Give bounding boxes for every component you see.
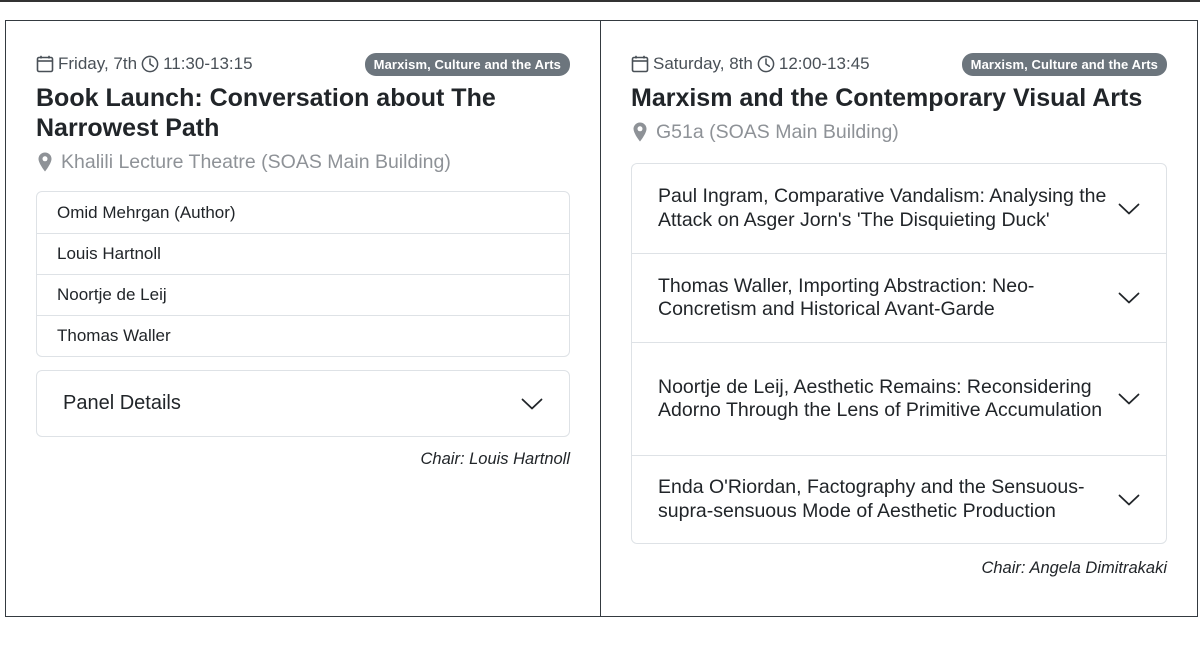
event-title: Marxism and the Contemporary Visual Arts [631, 84, 1143, 112]
stream-badge: Marxism, Culture and the Arts [364, 52, 570, 76]
chevron-down-icon [521, 398, 543, 409]
list-item: Omid Mehrgan (Author) [57, 202, 236, 222]
paper-accordion: Paul Ingram, Comparative Vandalism: Anal… [631, 163, 1167, 544]
paper-title: Noortje de Leij, Aesthetic Remains: Reco… [658, 375, 1103, 422]
event-time: 12:00-13:45 [778, 54, 870, 73]
paper-title: Thomas Waller, Importing Abstraction: Ne… [658, 274, 1035, 321]
accordion-label: Panel Details [63, 392, 181, 414]
speaker-list: Omid Mehrgan (Author) Louis Hartnoll Noo… [36, 191, 570, 357]
chair-label: Chair: Angela Dimitrakaki [981, 559, 1167, 577]
top-border [0, 0, 1200, 2]
chair-label: Chair: Louis Hartnoll [420, 450, 570, 468]
list-item: Louis Hartnoll [37, 233, 569, 274]
paper-title: Enda O'Riordan, Factography and the Sens… [658, 476, 1085, 522]
event-time: 11:30-13:15 [163, 54, 253, 73]
stream-badge: Marxism, Culture and the Arts [961, 52, 1167, 76]
chevron-down-icon [1118, 292, 1140, 304]
list-item: Thomas Waller [37, 315, 569, 356]
map-pin-icon [38, 152, 52, 172]
location-text: Khalili Lecture Theatre (SOAS Main Build… [61, 150, 451, 173]
event-meta: Saturday, 8th 12:00-13:45 Marxism, Cultu… [631, 51, 1167, 77]
clock-icon [757, 55, 775, 73]
chevron-down-icon [1118, 494, 1140, 505]
clock-icon [141, 55, 159, 73]
list-item: Noortje de Leij [37, 274, 569, 315]
chevron-down-icon [1118, 203, 1140, 214]
event-card-book-launch: Friday, 7th 11:30-13:15 Marxism, Culture… [5, 20, 601, 617]
calendar-icon [631, 55, 649, 73]
chevron-down-icon [1118, 393, 1140, 405]
event-date: Saturday, 8th [653, 54, 753, 73]
panel-details-accordion[interactable]: Panel Details [36, 370, 570, 437]
event-title: Book Launch: Conversation about The Narr… [36, 84, 496, 142]
map-pin-icon [633, 122, 647, 142]
event-location: Khalili Lecture Theatre (SOAS Main Build… [36, 147, 570, 177]
event-card-visual-arts: Saturday, 8th 12:00-13:45 Marxism, Cultu… [600, 20, 1198, 617]
paper-item[interactable]: Noortje de Leij, Aesthetic Remains: Reco… [632, 342, 1166, 455]
event-date: Friday, 7th [58, 54, 138, 73]
paper-title: Paul Ingram, Comparative Vandalism: Anal… [658, 185, 1107, 231]
paper-item[interactable]: Paul Ingram, Comparative Vandalism: Anal… [632, 164, 1166, 253]
location-text: G51a (SOAS Main Building) [656, 120, 899, 143]
calendar-icon [36, 55, 54, 73]
paper-item[interactable]: Enda O'Riordan, Factography and the Sens… [632, 455, 1166, 543]
event-meta: Friday, 7th 11:30-13:15 Marxism, Culture… [36, 51, 570, 77]
event-location: G51a (SOAS Main Building) [631, 117, 1167, 147]
paper-item[interactable]: Thomas Waller, Importing Abstraction: Ne… [632, 253, 1166, 342]
